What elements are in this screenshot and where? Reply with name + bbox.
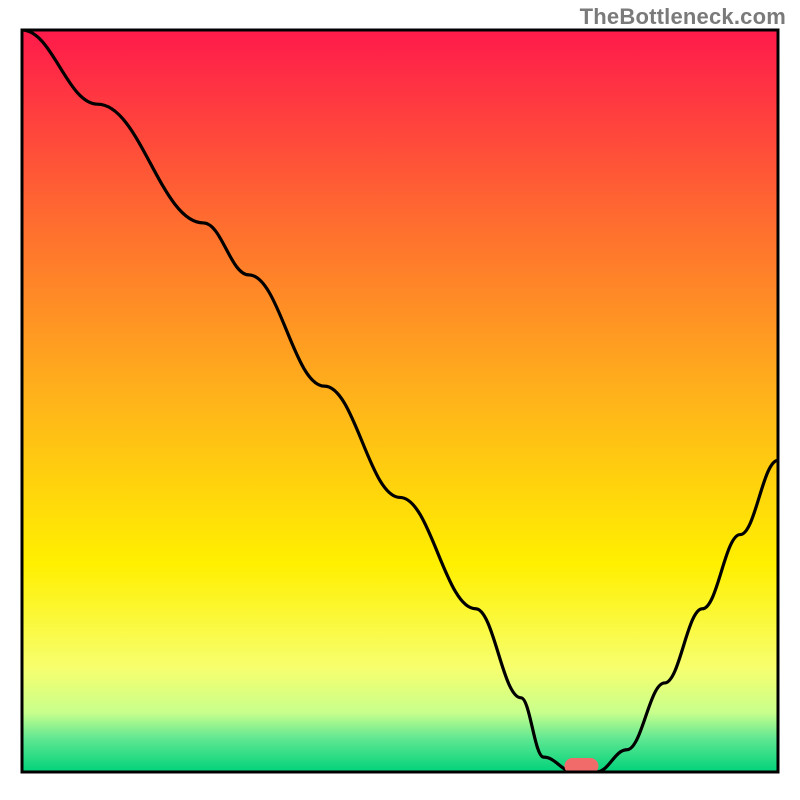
chart-canvas <box>0 0 800 800</box>
gradient-background <box>22 30 778 772</box>
attribution-text: TheBottleneck.com <box>580 4 786 30</box>
